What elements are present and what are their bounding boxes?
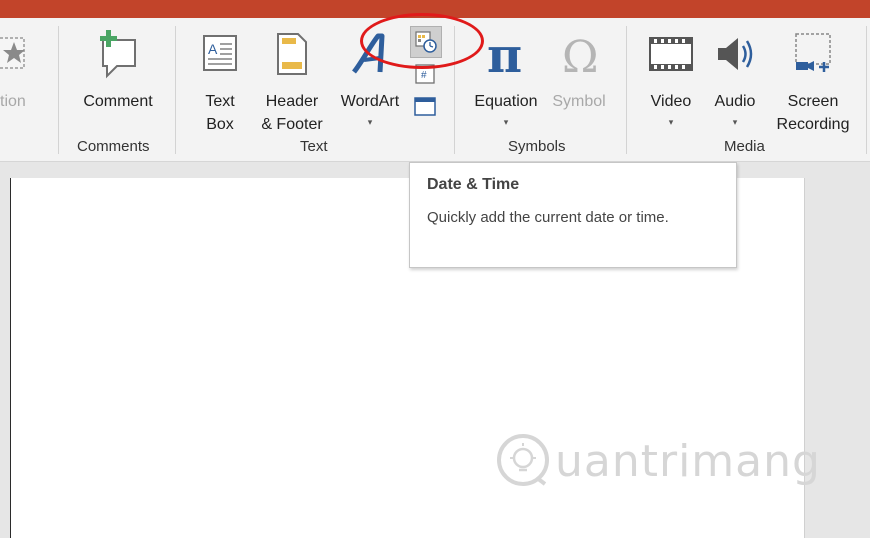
header-footer-button[interactable]: Header & Footer [256,28,328,136]
equation-label: Equation [474,93,538,110]
omega-icon: Ω [562,32,598,80]
object-icon [414,97,436,116]
group-separator [626,26,627,154]
date-time-tooltip: Date & Time Quickly add the current date… [409,162,737,268]
video-button[interactable]: Video ▾ [640,28,702,128]
comment-add-icon [100,30,136,79]
chevron-down-icon: ▾ [503,117,509,127]
media-group-label: Media [724,138,765,155]
text-box-button[interactable]: A Text Box [190,28,250,136]
partial-action-label: tion [0,93,26,110]
chevron-down-icon: ▾ [668,117,674,127]
tooltip-description: Quickly add the current date or time. [427,209,669,226]
screen-recording-label-line1: Screen [787,93,839,110]
lightbulb-icon [497,434,549,486]
svg-text:π: π [487,28,522,80]
tooltip-title: Date & Time [427,176,520,193]
chevron-down-icon: ▾ [732,117,738,127]
video-label: Video [650,93,692,110]
screen-recording-button[interactable]: Screen Recording [768,28,858,136]
symbol-label: Symbol [552,93,606,110]
partial-action-button[interactable]: tion [0,28,40,113]
watermark-text: uantrimang [555,436,821,487]
header-footer-icon [277,33,307,75]
screen-recording-icon [795,33,831,72]
text-box-icon: A [203,35,237,71]
symbols-group-label: Symbols [508,138,566,155]
speaker-icon [718,38,753,70]
header-footer-label-line2: & Footer [261,116,323,133]
screen-recording-label-line2: Recording [776,116,850,133]
text-box-label-line2: Box [206,116,234,133]
star-icon [0,37,25,69]
comment-button-label: Comment [83,93,153,110]
group-separator [175,26,176,154]
svg-text:Ω: Ω [562,32,598,80]
group-separator [866,26,867,154]
wordart-label: WordArt [340,93,400,110]
audio-label: Audio [714,93,756,110]
header-footer-label-line1: Header [265,93,319,110]
comments-group-label: Comments [77,138,150,155]
highlight-ellipse [360,13,484,69]
svg-text:A: A [208,41,218,57]
text-box-label-line1: Text [205,93,235,110]
comment-button[interactable]: Comment [70,28,166,113]
film-icon [649,37,693,71]
text-group-label: Text [300,138,328,155]
app-window: tion Comment Comments A Text Box Header … [0,0,870,538]
chevron-down-icon: ▾ [367,117,373,127]
svg-text:#: # [421,70,427,81]
audio-button[interactable]: Audio ▾ [704,28,766,128]
pi-icon: π [487,28,522,80]
object-button[interactable] [412,94,438,120]
group-separator [58,26,59,154]
symbol-button[interactable]: Ω Symbol [546,28,612,113]
